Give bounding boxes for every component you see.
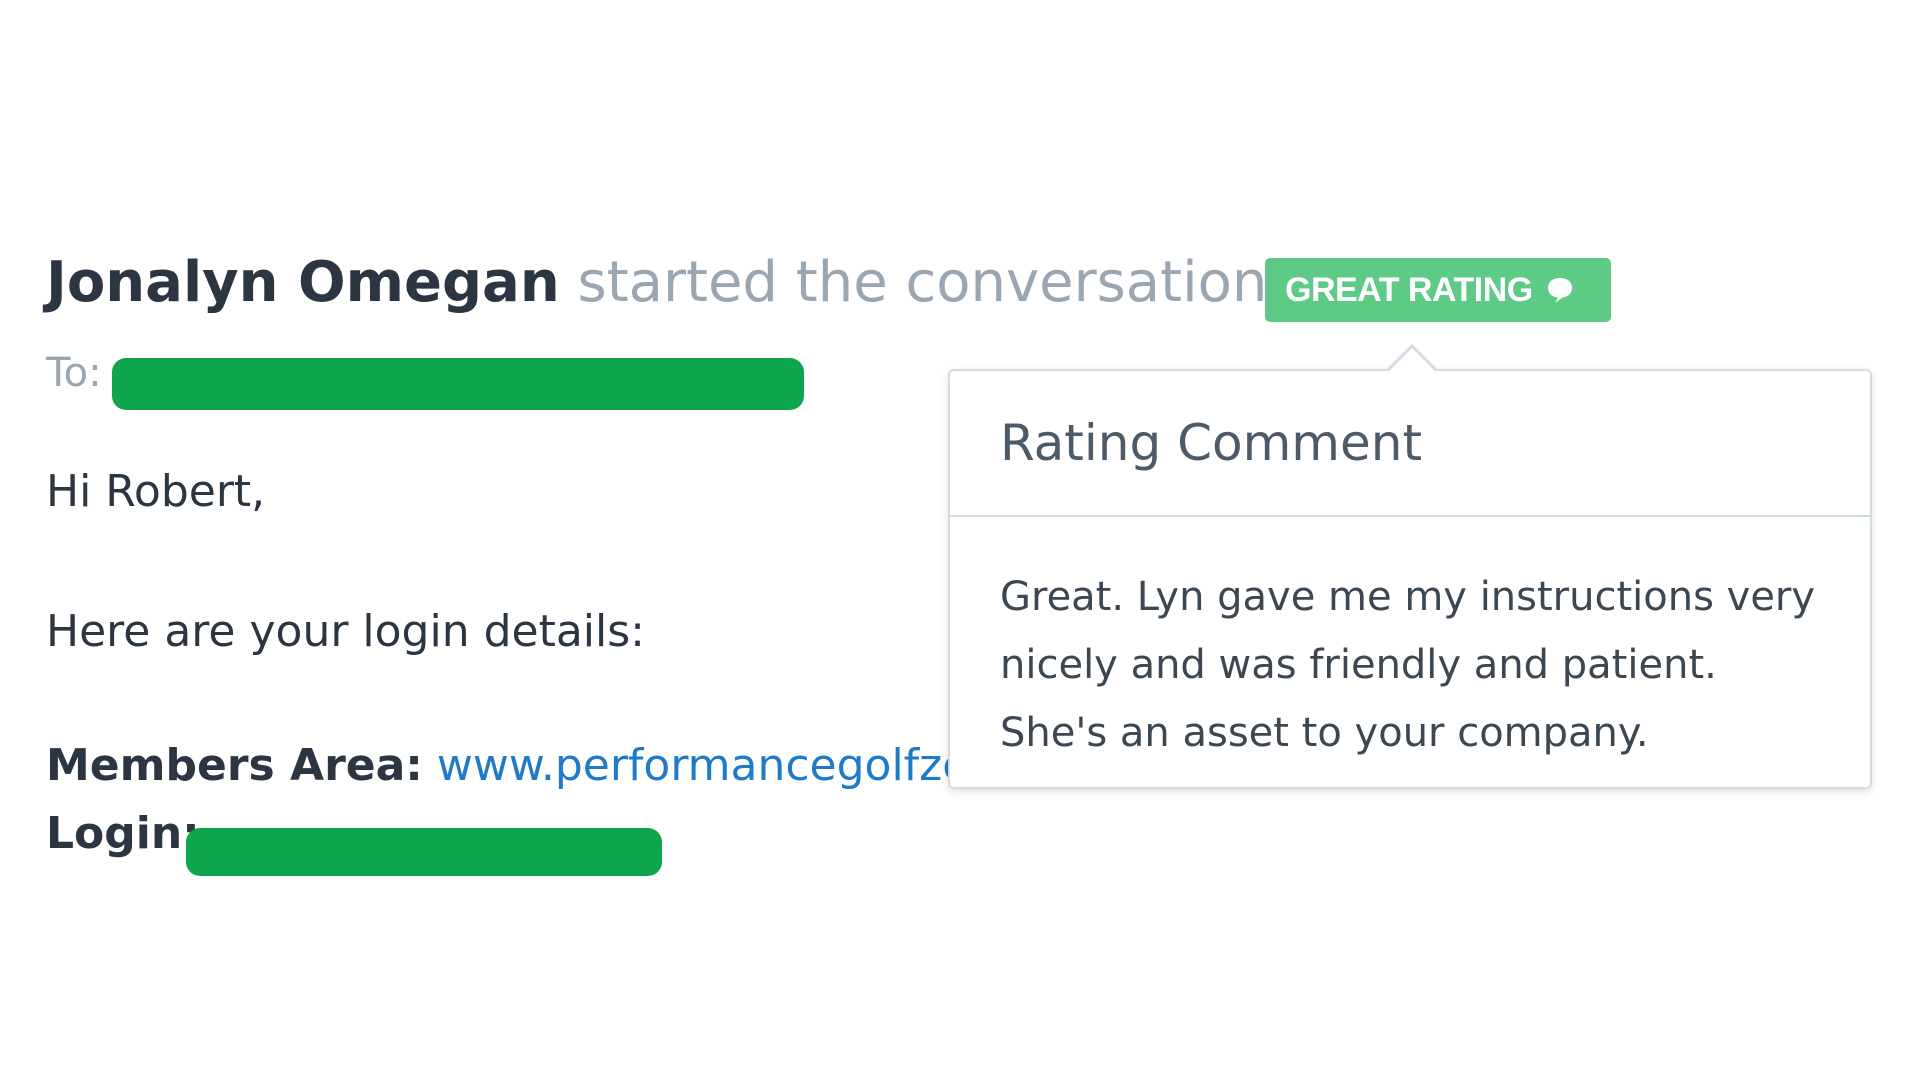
message-greeting: Hi Robert, <box>46 466 266 517</box>
great-rating-badge[interactable]: GREAT RATING <box>1265 258 1611 322</box>
popover-title: Rating Comment <box>1000 414 1423 472</box>
speech-bubble-icon <box>1547 278 1572 303</box>
message-intro: Here are your login details: <box>46 606 645 657</box>
popover-header: Rating Comment <box>950 371 1870 517</box>
login-line: Login: <box>46 808 200 859</box>
comment-line: nicely and was friendly and patient. <box>1000 642 1717 688</box>
rating-badge-label: GREAT RATING <box>1285 270 1533 309</box>
login-label: Login: <box>46 808 200 859</box>
members-area-label: Members Area: <box>46 740 423 791</box>
login-redaction <box>186 828 662 876</box>
members-area-link[interactable]: www.performancegolfzc <box>437 740 967 791</box>
rating-comment-text: Great. Lyn gave me my instructions very … <box>950 517 1870 767</box>
members-area-line: Members Area: www.performancegolfzc <box>46 740 966 791</box>
recipient-redaction <box>112 358 804 410</box>
conversation-action-text: started the conversation <box>577 250 1268 315</box>
author-name[interactable]: Jonalyn Omegan <box>46 250 560 315</box>
recipient-line: To: <box>46 350 102 396</box>
conversation-view: Jonalyn Omegan started the conversation … <box>0 0 1920 1080</box>
comment-line: Great. Lyn gave me my instructions very <box>1000 574 1816 620</box>
rating-comment-popover: Rating Comment Great. Lyn gave me my ins… <box>948 369 1872 789</box>
comment-line: She's an asset to your company. <box>1000 710 1649 756</box>
to-label: To: <box>46 350 102 396</box>
popover-arrow-fill <box>1389 348 1435 371</box>
conversation-header: Jonalyn Omegan started the conversation <box>46 248 1267 318</box>
